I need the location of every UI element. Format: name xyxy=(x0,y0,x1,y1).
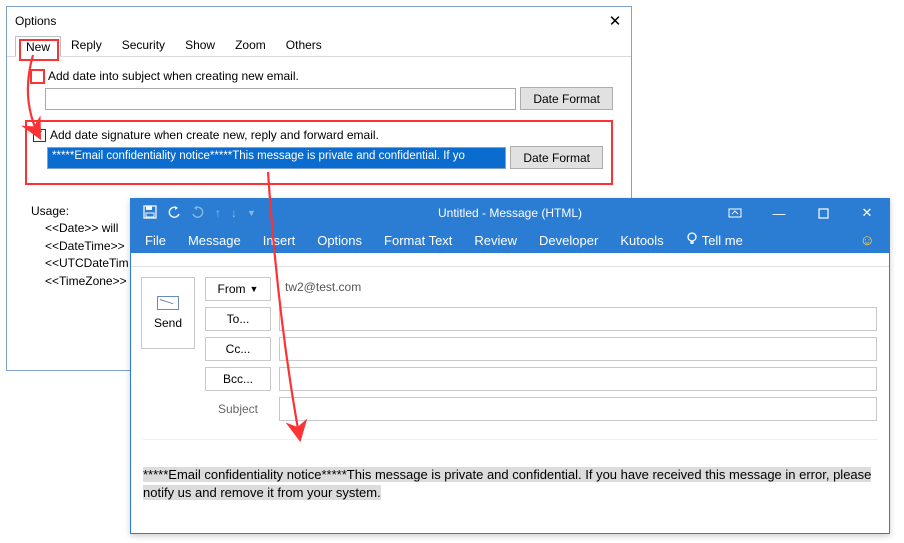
tab-others[interactable]: Others xyxy=(276,35,332,56)
up-arrow-icon[interactable]: ↑ xyxy=(215,206,221,220)
compose-title-text: Untitled - Message (HTML) xyxy=(438,206,582,220)
tab-show[interactable]: Show xyxy=(175,35,225,56)
save-icon[interactable] xyxy=(143,205,157,222)
window-controls: — ✕ xyxy=(713,199,889,227)
ribbon-tab-review[interactable]: Review xyxy=(474,233,517,248)
message-body[interactable]: *****Email confidentiality notice*****Th… xyxy=(143,439,877,502)
close-icon[interactable]: ✕ xyxy=(605,12,625,30)
ribbon-tab-options[interactable]: Options xyxy=(317,233,362,248)
signature-input[interactable]: *****Email confidentiality notice*****Th… xyxy=(47,147,506,169)
to-button[interactable]: To... xyxy=(205,307,271,331)
add-signature-row: ✓ Add date signature when create new, re… xyxy=(33,128,603,142)
smiley-icon[interactable]: ☺ xyxy=(860,232,875,249)
down-arrow-icon[interactable]: ↓ xyxy=(231,206,237,220)
ribbon-tab-developer[interactable]: Developer xyxy=(539,233,598,248)
bcc-row: Bcc... xyxy=(205,367,877,391)
ribbon-collapsed-area xyxy=(131,253,889,267)
send-button[interactable]: Send xyxy=(141,277,195,349)
subject-format-input[interactable] xyxy=(45,88,516,110)
quick-access-toolbar: ↑ ↓ ▼ xyxy=(131,205,256,222)
highlight-signature-group: ✓ Add date signature when create new, re… xyxy=(25,120,613,185)
redo-icon[interactable] xyxy=(191,205,205,222)
options-titlebar: Options ✕ xyxy=(7,7,631,35)
to-input[interactable] xyxy=(279,307,877,331)
ribbon-tabs: File Message Insert Options Format Text … xyxy=(131,227,889,253)
qat-dropdown-icon[interactable]: ▼ xyxy=(247,208,256,218)
ribbon-tab-message[interactable]: Message xyxy=(188,233,241,248)
tab-zoom[interactable]: Zoom xyxy=(225,35,276,56)
compose-window: ↑ ↓ ▼ Untitled - Message (HTML) — ✕ File… xyxy=(130,198,890,534)
subject-row: Subject xyxy=(205,397,877,421)
cc-row: Cc... xyxy=(205,337,877,361)
subject-format-row: Date Format xyxy=(31,87,613,110)
tell-me-search[interactable]: Tell me xyxy=(686,232,743,249)
close-icon[interactable]: ✕ xyxy=(845,199,889,227)
from-row: From ▼ tw2@test.com xyxy=(205,277,877,301)
confidentiality-text: *****Email confidentiality notice*****Th… xyxy=(143,467,871,500)
ribbon-tab-kutools[interactable]: Kutools xyxy=(620,233,663,248)
ribbon-tab-file[interactable]: File xyxy=(145,233,166,248)
undo-icon[interactable] xyxy=(167,205,181,222)
ribbon-tab-format-text[interactable]: Format Text xyxy=(384,233,452,248)
bulb-icon xyxy=(686,232,698,249)
checkbox-add-signature[interactable]: ✓ xyxy=(33,129,46,142)
tab-reply[interactable]: Reply xyxy=(61,35,112,56)
tell-me-label: Tell me xyxy=(702,233,743,248)
bcc-input[interactable] xyxy=(279,367,877,391)
date-format-button-1[interactable]: Date Format xyxy=(520,87,613,110)
from-value: tw2@test.com xyxy=(279,277,877,301)
add-date-subject-label: Add date into subject when creating new … xyxy=(48,69,299,83)
options-title-text: Options xyxy=(15,14,56,28)
from-label: From xyxy=(218,282,246,296)
cc-input[interactable] xyxy=(279,337,877,361)
checkbox-add-date-subject[interactable] xyxy=(31,70,44,83)
maximize-icon[interactable] xyxy=(801,199,845,227)
add-date-subject-row: Add date into subject when creating new … xyxy=(31,69,613,83)
compose-header-fields: Send From ▼ tw2@test.com To... Cc... Bcc… xyxy=(131,267,889,421)
options-tabbar: New Reply Security Show Zoom Others xyxy=(7,35,631,57)
compose-titlebar: ↑ ↓ ▼ Untitled - Message (HTML) — ✕ xyxy=(131,199,889,227)
tab-security[interactable]: Security xyxy=(112,35,175,56)
signature-value-row: *****Email confidentiality notice*****Th… xyxy=(33,146,603,169)
tab-new[interactable]: New xyxy=(15,36,61,57)
bcc-button[interactable]: Bcc... xyxy=(205,367,271,391)
add-signature-label: Add date signature when create new, repl… xyxy=(50,128,379,142)
fields-column: From ▼ tw2@test.com To... Cc... Bcc... S… xyxy=(205,277,877,421)
ribbon-display-icon[interactable] xyxy=(713,199,757,227)
chevron-down-icon: ▼ xyxy=(250,284,259,294)
subject-label: Subject xyxy=(205,402,271,416)
envelope-icon xyxy=(157,296,179,310)
date-format-button-2[interactable]: Date Format xyxy=(510,146,603,169)
to-row: To... xyxy=(205,307,877,331)
minimize-icon[interactable]: — xyxy=(757,199,801,227)
send-label: Send xyxy=(154,316,182,330)
subject-input[interactable] xyxy=(279,397,877,421)
cc-button[interactable]: Cc... xyxy=(205,337,271,361)
from-button[interactable]: From ▼ xyxy=(205,277,271,301)
ribbon-tab-insert[interactable]: Insert xyxy=(263,233,296,248)
